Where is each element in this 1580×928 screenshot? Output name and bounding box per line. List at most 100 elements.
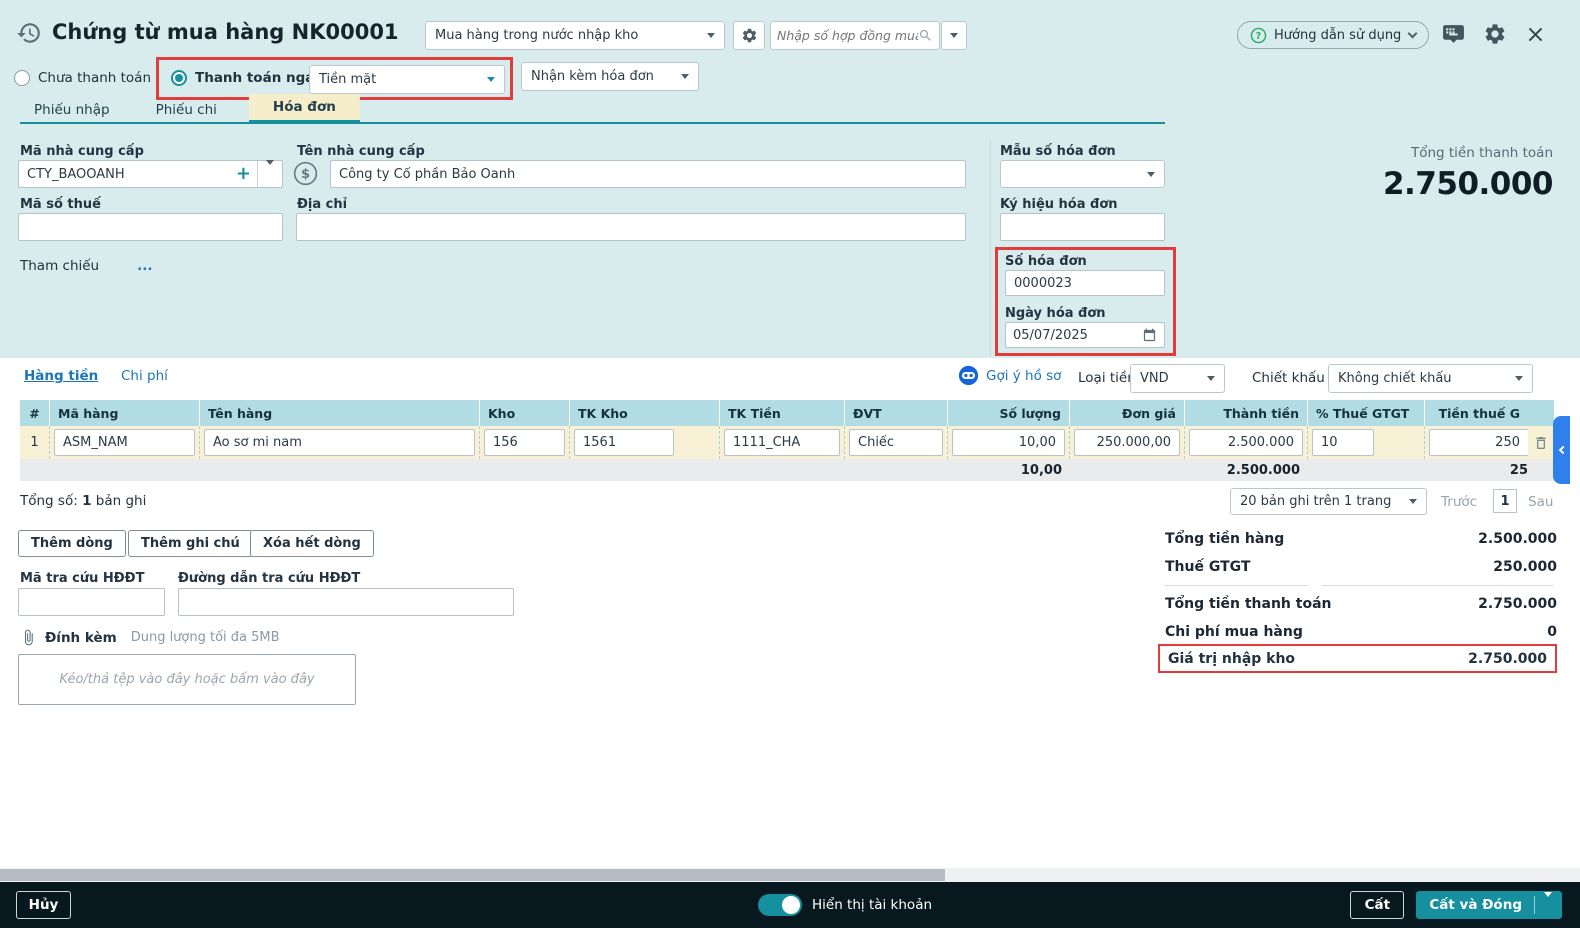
radio-unpaid[interactable]: Chưa thanh toán xyxy=(14,70,151,86)
cell-thue-gtgt[interactable] xyxy=(1308,426,1425,459)
pagination-page-input[interactable]: 1 xyxy=(1493,489,1517,513)
contract-search[interactable] xyxy=(770,21,940,50)
horizontal-scrollbar[interactable] xyxy=(0,868,1580,882)
dvt-input[interactable] xyxy=(849,429,943,456)
thue-gtgt-input[interactable] xyxy=(1312,429,1374,456)
tk-tien-input[interactable] xyxy=(724,429,840,456)
pagination-next[interactable]: Sau xyxy=(1528,494,1553,510)
supplier-code-field[interactable]: CTY_BAOOANH + xyxy=(18,160,283,188)
doc-type-select[interactable]: Mua hàng trong nước nhập kho xyxy=(425,21,725,50)
discount-select[interactable]: Không chiết khấu xyxy=(1328,364,1533,393)
keyboard-icon[interactable] xyxy=(1441,22,1466,47)
don-gia-input[interactable] xyxy=(1074,429,1180,456)
scrollbar-thumb[interactable] xyxy=(0,869,945,881)
close-icon[interactable] xyxy=(1524,23,1547,46)
radio-paynow[interactable]: Thanh toán ngay xyxy=(171,70,323,86)
supplier-name-input[interactable] xyxy=(330,160,966,188)
chevron-down-icon xyxy=(1147,172,1155,177)
supplier-name-field[interactable] xyxy=(330,160,966,188)
attachment-dropzone[interactable]: Kéo/thả tệp vào đây hoặc bấm vào đây xyxy=(18,654,356,705)
save-button[interactable]: Cất xyxy=(1350,891,1404,919)
reference-more-link[interactable]: ... xyxy=(137,258,152,274)
add-note-button[interactable]: Thêm ghi chú xyxy=(128,530,253,557)
kho-input[interactable] xyxy=(484,429,565,456)
col-header-tien-thue[interactable]: Tiền thuế G xyxy=(1425,400,1528,426)
invoice-date-field[interactable]: 05/07/2025 xyxy=(1005,322,1165,348)
col-header-tk-kho[interactable]: TK Kho xyxy=(570,400,720,426)
col-header-ma-hang[interactable]: Mã hàng xyxy=(50,400,200,426)
suggest-docs-button[interactable]: Gợi ý hồ sơ xyxy=(958,365,1061,386)
cell-ma-hang[interactable] xyxy=(50,426,200,459)
col-header-ten-hang[interactable]: Tên hàng xyxy=(200,400,480,426)
supplier-code-dropdown[interactable] xyxy=(258,165,282,184)
invoice-serial-input[interactable] xyxy=(1000,213,1165,241)
tab-hang-tien[interactable]: Hàng tiền xyxy=(24,368,98,384)
calendar-icon[interactable] xyxy=(1142,328,1157,343)
contract-search-dropdown-button[interactable] xyxy=(941,21,967,50)
invoice-serial-field[interactable] xyxy=(1000,213,1165,241)
cell-don-gia[interactable] xyxy=(1070,426,1185,459)
show-accounts-toggle[interactable] xyxy=(758,894,802,916)
currency-select[interactable]: VND xyxy=(1130,364,1225,393)
delete-row-button[interactable] xyxy=(1528,426,1554,459)
cell-tk-kho[interactable] xyxy=(570,426,720,459)
delete-all-rows-button[interactable]: Xóa hết dòng xyxy=(250,530,374,557)
so-luong-input[interactable] xyxy=(952,429,1065,456)
address-field[interactable] xyxy=(296,213,966,241)
invoice-number-field[interactable] xyxy=(1005,270,1165,296)
cell-kho[interactable] xyxy=(480,426,570,459)
tab-chi-phi[interactable]: Chi phí xyxy=(121,368,168,384)
per-page-select[interactable]: 20 bản ghi trên 1 trang xyxy=(1230,488,1427,515)
cancel-button[interactable]: Hủy xyxy=(16,891,71,919)
dollar-icon[interactable]: $ xyxy=(293,161,318,190)
col-header-thue-gtgt[interactable]: % Thuế GTGT xyxy=(1308,400,1425,426)
cell-so-luong[interactable] xyxy=(948,426,1070,459)
invoice-receive-select[interactable]: Nhận kèm hóa đơn xyxy=(521,62,699,91)
tab-phieu-nhap[interactable]: Phiếu nhập xyxy=(20,97,124,123)
col-header-so-luong[interactable]: Số lượng xyxy=(948,400,1070,426)
thanh-tien-input[interactable] xyxy=(1189,429,1303,456)
einvoice-code-input[interactable] xyxy=(18,588,165,616)
save-and-close-button[interactable]: Cất và Đóng xyxy=(1416,891,1562,919)
tab-phieu-chi[interactable]: Phiếu chi xyxy=(142,97,231,123)
summary-quantity: 10,00 xyxy=(948,459,1070,481)
col-header-kho[interactable]: Kho xyxy=(480,400,570,426)
collapse-panel-button[interactable] xyxy=(1553,416,1570,484)
col-header-don-gia[interactable]: Đơn giá xyxy=(1070,400,1185,426)
save-and-close-dropdown[interactable] xyxy=(1535,897,1561,913)
col-header-tk-tien[interactable]: TK Tiền xyxy=(720,400,845,426)
einvoice-url-input[interactable] xyxy=(178,588,514,616)
add-supplier-icon[interactable]: + xyxy=(230,165,257,183)
tax-code-input[interactable] xyxy=(18,213,283,241)
payment-method-select[interactable]: Tiền mặt xyxy=(309,65,505,94)
tax-code-field[interactable] xyxy=(18,213,283,241)
cell-dvt[interactable] xyxy=(845,426,948,459)
purchase-cost-row: Chi phí mua hàng 0 xyxy=(1165,618,1557,646)
header-section: Chứng từ mua hàng NK00001 Mua hàng trong… xyxy=(0,0,1580,358)
col-header-dvt[interactable]: ĐVT xyxy=(845,400,948,426)
cell-tk-tien[interactable] xyxy=(720,426,845,459)
settings-icon[interactable] xyxy=(1483,22,1507,46)
cell-tien-thue[interactable] xyxy=(1425,426,1528,459)
einvoice-url-field[interactable] xyxy=(178,588,514,616)
add-row-button[interactable]: Thêm dòng xyxy=(18,530,126,557)
contract-search-input[interactable] xyxy=(777,28,918,43)
cell-thanh-tien[interactable] xyxy=(1185,426,1308,459)
col-header-thanh-tien[interactable]: Thành tiền xyxy=(1185,400,1308,426)
einvoice-code-field[interactable] xyxy=(18,588,165,616)
invoice-template-select[interactable] xyxy=(1000,160,1165,188)
ma-hang-input[interactable] xyxy=(54,429,195,456)
total-goods-row: Tổng tiền hàng 2.500.000 xyxy=(1165,525,1557,553)
tk-kho-input[interactable] xyxy=(574,429,674,456)
tien-thue-input[interactable] xyxy=(1429,429,1528,456)
cell-ten-hang[interactable] xyxy=(200,426,480,459)
history-icon[interactable] xyxy=(16,20,42,46)
help-button[interactable]: ? Hướng dẫn sử dụng xyxy=(1237,21,1429,49)
col-header-index[interactable]: # xyxy=(20,400,50,426)
pagination-prev[interactable]: Trước xyxy=(1441,494,1477,510)
ten-hang-input[interactable] xyxy=(204,429,475,456)
invoice-number-input[interactable] xyxy=(1005,270,1165,296)
contract-settings-button[interactable] xyxy=(733,21,765,50)
address-input[interactable] xyxy=(296,213,966,241)
tab-hoa-don[interactable]: Hóa đơn xyxy=(249,94,360,123)
